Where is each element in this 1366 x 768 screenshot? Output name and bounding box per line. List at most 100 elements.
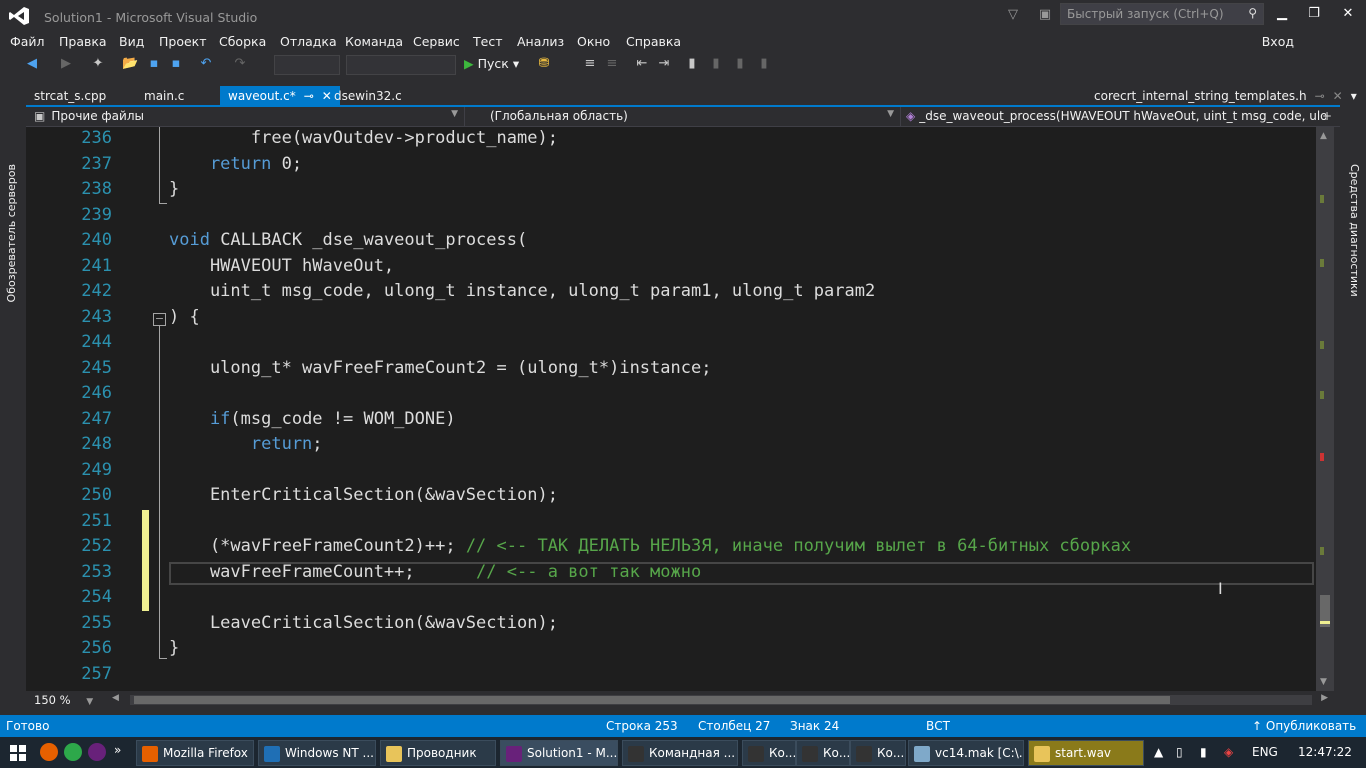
app-label: Solution1 - M...: [527, 746, 618, 760]
menu-tools[interactable]: Сервис: [413, 34, 460, 49]
status-bar: Готово Строка 253 Столбец 27 Знак 24 ВСТ…: [0, 715, 1366, 737]
next-bookmark-icon[interactable]: ▮: [732, 56, 748, 72]
find-icon[interactable]: ⛃: [536, 56, 552, 72]
menu-edit[interactable]: Правка: [59, 34, 107, 49]
menu-view[interactable]: Вид: [119, 34, 144, 49]
menu-team[interactable]: Команда: [345, 34, 403, 49]
quick-launch-input[interactable]: Быстрый запуск (Ctrl+Q) ⚲: [1060, 3, 1264, 25]
sign-in-link[interactable]: Вход: [1262, 34, 1294, 49]
horizontal-scrollbar[interactable]: ◀ ▶: [112, 693, 1328, 705]
taskbar-app-console-1[interactable]: Ко...: [742, 740, 796, 766]
scroll-down-icon[interactable]: ▼: [1320, 677, 1327, 687]
network-icon[interactable]: ▮: [1200, 745, 1207, 759]
menu-build[interactable]: Сборка: [219, 34, 266, 49]
project-dropdown[interactable]: ▣ Прочие файлы ▼: [34, 109, 462, 125]
split-editor-icon[interactable]: +: [1322, 109, 1332, 123]
volume-icon[interactable]: ◈: [1224, 745, 1233, 759]
taskbar-app-explorer[interactable]: Проводник: [380, 740, 496, 766]
minimize-button[interactable]: ▁: [1268, 6, 1296, 26]
windows-start-icon[interactable]: [10, 745, 26, 761]
tab-waveout[interactable]: waveout.c* ⊸ ✕: [220, 86, 340, 106]
feedback-icon[interactable]: ▣: [1036, 7, 1054, 25]
diagnostic-tools-tab[interactable]: Средства диагностики: [1348, 164, 1361, 297]
windows-taskbar: » Mozilla Firefox Windows NT ... Проводн…: [0, 737, 1366, 768]
clock[interactable]: 12:47:22: [1298, 745, 1352, 759]
comment-icon[interactable]: ≡: [582, 56, 598, 72]
tab-main[interactable]: main.c: [136, 86, 192, 106]
tab-corecrt[interactable]: corecrt_internal_string_templates.h ⊸ ✕ ▾: [1086, 86, 1365, 106]
outdent-icon[interactable]: ⇤: [634, 56, 650, 72]
chrome-quick-icon[interactable]: [64, 743, 82, 761]
taskbar-app-visual-studio[interactable]: Solution1 - M...: [500, 740, 618, 766]
taskbar-app-console-3[interactable]: Ко...: [850, 740, 906, 766]
status-char: Знак 24: [790, 719, 840, 733]
menu-debug[interactable]: Отладка: [280, 34, 337, 49]
close-tab-icon[interactable]: ✕: [1333, 89, 1343, 103]
solution-config-select[interactable]: [274, 55, 340, 75]
publish-button[interactable]: ↑ Опубликовать: [1252, 719, 1356, 733]
change-map-mark: [1320, 391, 1324, 399]
maximize-button[interactable]: ❐: [1300, 6, 1328, 26]
line-number: 236: [81, 128, 112, 148]
menu-analyze[interactable]: Анализ: [517, 34, 564, 49]
menu-help[interactable]: Справка: [626, 34, 681, 49]
solution-platform-select[interactable]: [346, 55, 456, 75]
code-line: 242 uint_t msg_code, ulong_t instance, u…: [26, 279, 1316, 305]
open-file-icon[interactable]: 📂: [122, 56, 138, 72]
scroll-thumb[interactable]: [134, 696, 1170, 704]
server-explorer-tab[interactable]: Обозреватель серверов: [5, 164, 18, 302]
forward-icon[interactable]: ▶: [58, 56, 74, 72]
filter-icon[interactable]: ▽: [1004, 7, 1022, 25]
line-number: 245: [81, 357, 112, 378]
new-project-icon[interactable]: ✦: [90, 56, 106, 72]
zoom-select[interactable]: 150 % ▼: [34, 693, 93, 707]
redo-icon[interactable]: ↷: [232, 56, 248, 72]
pin-icon[interactable]: ⊸: [304, 89, 314, 103]
code-editor[interactable]: − 236 free(wavOutdev->product_name); 237…: [26, 127, 1316, 691]
menu-bar: Файл Правка Вид Проект Сборка Отладка Ко…: [0, 32, 1366, 52]
zoom-value: 150 %: [34, 693, 71, 707]
save-icon[interactable]: ▪: [146, 56, 162, 72]
save-all-icon[interactable]: ▪: [168, 56, 184, 72]
bookmark-icon[interactable]: ▮: [684, 56, 700, 72]
menu-project[interactable]: Проект: [159, 34, 207, 49]
undo-icon[interactable]: ↶: [198, 56, 214, 72]
menu-file[interactable]: Файл: [10, 34, 45, 49]
prev-bookmark-icon[interactable]: ▮: [708, 56, 724, 72]
firefox-quick-icon[interactable]: [40, 743, 58, 761]
scroll-up-icon[interactable]: ▲: [1320, 131, 1327, 141]
code-text: HWAVEOUT hWaveOut,: [169, 254, 394, 280]
vs-quick-icon[interactable]: [88, 743, 106, 761]
menu-window[interactable]: Окно: [577, 34, 610, 49]
back-icon[interactable]: ◀: [24, 56, 40, 72]
tab-strcat[interactable]: strcat_s.cpp: [26, 86, 114, 106]
more-quick-icon[interactable]: »: [114, 743, 121, 757]
taskbar-app-audio[interactable]: start.wav: [1028, 740, 1144, 766]
app-label: Ко...: [823, 746, 850, 760]
taskbar-app-cmd[interactable]: Командная ...: [622, 740, 738, 766]
taskbar-app-windows-nt[interactable]: Windows NT ...: [258, 740, 376, 766]
taskbar-app-console-2[interactable]: Ко...: [796, 740, 850, 766]
tab-overflow-icon[interactable]: ▾: [1351, 89, 1357, 103]
scroll-right-icon[interactable]: ▶: [1321, 693, 1328, 703]
tray-expand-icon[interactable]: ▲: [1154, 745, 1163, 759]
window-title: Solution1 - Microsoft Visual Studio: [44, 10, 258, 25]
language-indicator[interactable]: ENG: [1252, 745, 1278, 759]
scroll-left-icon[interactable]: ◀: [112, 693, 119, 703]
project-icon: ▣: [34, 109, 46, 123]
menu-test[interactable]: Тест: [473, 34, 502, 49]
tray-device-icon[interactable]: ▯: [1176, 745, 1183, 759]
taskbar-app-firefox[interactable]: Mozilla Firefox: [136, 740, 254, 766]
start-debug-button[interactable]: ▶ Пуск ▾: [464, 56, 519, 71]
keyword-token: return: [169, 434, 313, 454]
tab-dsewin32[interactable]: dsewin32.c: [326, 86, 410, 106]
member-dropdown[interactable]: ◈ _dse_waveout_process(HWAVEOUT hWaveOut,…: [906, 109, 1326, 125]
pin-icon[interactable]: ⊸: [1315, 89, 1325, 103]
indent-icon[interactable]: ⇥: [656, 56, 672, 72]
taskbar-app-notepad[interactable]: vc14.mak [C:\...: [908, 740, 1024, 766]
close-button[interactable]: ✕: [1334, 6, 1362, 26]
clear-bookmarks-icon[interactable]: ▮: [756, 56, 772, 72]
uncomment-icon[interactable]: ≡: [604, 56, 620, 72]
vertical-scrollbar[interactable]: ▲ ▼: [1316, 127, 1334, 691]
scope-dropdown[interactable]: (Глобальная область) ▼: [490, 109, 898, 125]
